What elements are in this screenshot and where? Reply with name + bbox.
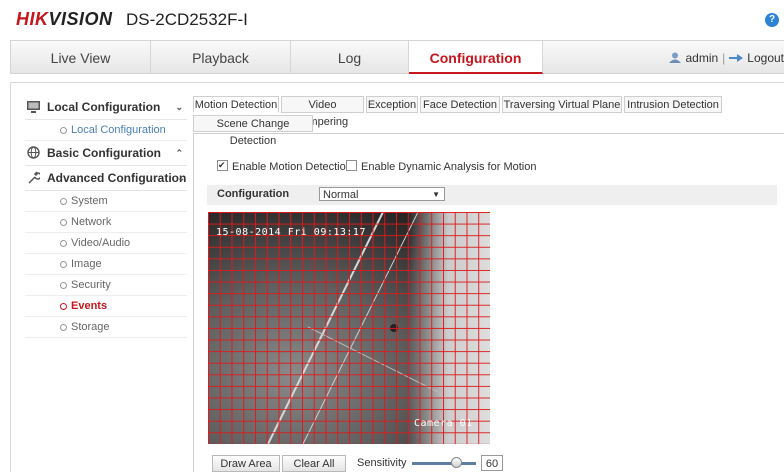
sidebar-item-security[interactable]: Security <box>25 275 187 296</box>
sidebar-item-storage[interactable]: Storage <box>25 317 187 338</box>
sidebar-group-local[interactable]: Local Configuration ⌄ <box>25 95 187 120</box>
sidebar-item-system[interactable]: System <box>25 191 187 212</box>
help-icon[interactable]: ? <box>765 13 779 27</box>
motion-grid <box>208 212 490 444</box>
tab-log[interactable]: Log <box>291 41 409 74</box>
user-icon <box>669 52 682 63</box>
tab-traversing-virtual-plane[interactable]: Traversing Virtual Plane <box>502 96 622 113</box>
tab-scene-change-detection[interactable]: Scene Change Detection <box>193 115 313 147</box>
chevron-down-icon[interactable]: ⌄ <box>175 95 183 119</box>
header: HIKVISION DS-2CD2532F-I ? <box>0 0 784 40</box>
bullet-icon <box>60 324 67 331</box>
chevron-down-icon[interactable]: ⌄ <box>177 166 185 190</box>
sidebar-item-video-audio[interactable]: Video/Audio <box>25 233 187 254</box>
sidebar-item-events[interactable]: Events <box>25 296 187 317</box>
tab-live-view[interactable]: Live View <box>11 41 151 74</box>
wrench-icon <box>28 171 40 184</box>
sidebar-group-label: Advanced Configuration <box>47 171 187 185</box>
sensitivity-value[interactable]: 60 <box>481 455 503 471</box>
sidebar-item-network[interactable]: Network <box>25 212 187 233</box>
osd-timestamp: 15-08-2014 Fri 09:13:17 <box>216 227 366 238</box>
globe-icon <box>27 146 40 159</box>
bullet-icon <box>60 303 67 310</box>
sensitivity-slider-track[interactable] <box>412 462 476 465</box>
sidebar-group-label: Local Configuration <box>47 100 161 114</box>
user-separator: | <box>722 51 726 65</box>
device-model: DS-2CD2532F-I <box>126 10 248 29</box>
username[interactable]: admin <box>685 51 718 65</box>
enable-dynamic-checkbox[interactable]: Enable Dynamic Analysis for Motion <box>346 160 536 174</box>
main-nav: Live View Playback Log Configuration adm… <box>10 40 784 74</box>
enable-motion-checkbox[interactable]: Enable Motion Detection <box>217 158 352 174</box>
tab-face-detection[interactable]: Face Detection <box>420 96 500 113</box>
sidebar: Local Configuration ⌄ Local Configuratio… <box>25 95 187 338</box>
tab-motion-detection[interactable]: Motion Detection <box>193 96 279 113</box>
bullet-icon <box>60 261 67 268</box>
checkbox-icon[interactable] <box>346 160 357 171</box>
bullet-icon <box>60 240 67 247</box>
tab-configuration[interactable]: Configuration <box>409 41 543 74</box>
motion-area-canvas[interactable]: 15-08-2014 Fri 09:13:17 Camera 01 <box>208 212 490 444</box>
sidebar-item-image[interactable]: Image <box>25 254 187 275</box>
computer-icon <box>27 101 40 113</box>
clear-all-button[interactable]: Clear All <box>282 455 346 472</box>
bullet-icon <box>60 127 67 134</box>
hikvision-logo: HIKVISION <box>16 9 113 29</box>
osd-camera-name: Camera 01 <box>414 418 473 429</box>
logout-link[interactable]: Logout <box>747 51 784 65</box>
configuration-row: Configuration Normal ▼ <box>207 185 777 205</box>
configuration-label: Configuration <box>217 188 290 200</box>
tab-playback[interactable]: Playback <box>151 41 291 74</box>
sidebar-group-basic[interactable]: Basic Configuration ⌃ <box>25 141 187 166</box>
sensitivity-label: Sensitivity <box>357 457 407 469</box>
sensitivity-slider-handle[interactable] <box>451 457 462 468</box>
logout-icon[interactable] <box>729 53 744 63</box>
tab-intrusion-detection[interactable]: Intrusion Detection <box>624 96 722 113</box>
bullet-icon <box>60 198 67 205</box>
bullet-icon <box>60 219 67 226</box>
user-area: admin | Logout <box>669 41 784 74</box>
dropdown-arrow-icon: ▼ <box>432 190 440 199</box>
sidebar-item-local-configuration[interactable]: Local Configuration <box>25 120 187 141</box>
configuration-select[interactable]: Normal ▼ <box>319 187 445 201</box>
bullet-icon <box>60 282 67 289</box>
tab-exception[interactable]: Exception <box>366 96 418 113</box>
tab-video-tampering[interactable]: Video Tampering <box>281 96 364 128</box>
checkbox-checked-icon[interactable] <box>217 158 228 172</box>
sidebar-group-advanced[interactable]: Advanced Configuration ⌄ <box>25 166 187 191</box>
chevron-up-icon[interactable]: ⌃ <box>175 141 183 165</box>
draw-area-button[interactable]: Draw Area <box>212 455 280 472</box>
sidebar-group-label: Basic Configuration <box>47 146 162 160</box>
